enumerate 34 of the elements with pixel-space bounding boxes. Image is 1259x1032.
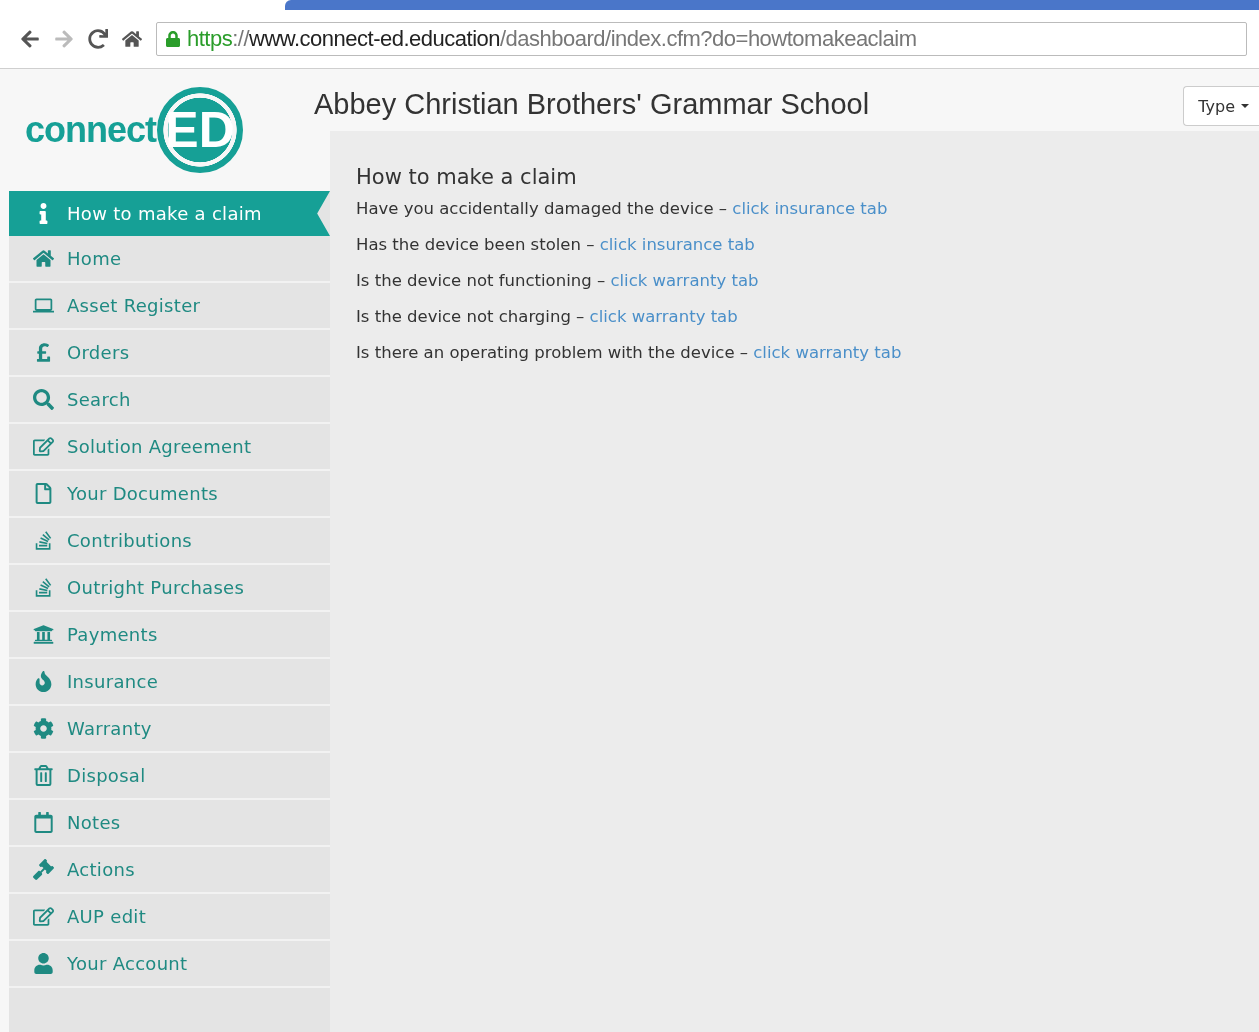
school-name: Abbey Christian Brothers' Grammar School [314, 87, 870, 121]
home-icon[interactable] [122, 29, 142, 49]
claim-step: Is the device not functioning – click warranty tab [356, 271, 1259, 291]
claim-step: Is there an operating problem with the device – click warranty tab [356, 343, 1259, 363]
edit-icon [31, 436, 55, 457]
type-dropdown[interactable]: Type [1183, 86, 1259, 126]
url-text: https [187, 26, 233, 52]
back-icon[interactable] [20, 29, 40, 49]
lock-icon [165, 31, 181, 47]
url-text: :// [232, 26, 250, 52]
home-icon [31, 248, 55, 269]
tab-link[interactable]: click warranty tab [589, 307, 738, 326]
tab-link[interactable]: click insurance tab [599, 235, 755, 254]
reload-icon[interactable] [88, 29, 108, 49]
user-icon [31, 953, 55, 974]
tab-link[interactable]: click warranty tab [610, 271, 759, 290]
edit-icon [31, 906, 55, 927]
tab-link[interactable]: click insurance tab [732, 199, 888, 218]
search-icon [31, 389, 55, 410]
sidebar-item[interactable]: How to make a claim [9, 191, 330, 236]
bank-icon [31, 624, 55, 645]
url-text: www.connect-ed.education [249, 26, 500, 52]
claim-step: Have you accidentally damaged the device – click insurance tab [356, 199, 1259, 219]
address-bar[interactable]: https://www.connect-ed.education/dashboard/index.cfm?do=howtomakeaclaim [156, 22, 1247, 56]
content-heading: How to make a claim [356, 165, 578, 189]
claim-step: Has the device been stolen – click insurance tab [356, 235, 1259, 255]
tab-link[interactable]: click warranty tab [753, 343, 902, 362]
trash-icon [31, 765, 55, 786]
url-text: /dashboard/index.cfm?do=howtomakeaclaim [500, 26, 917, 52]
caret-icon [1241, 104, 1249, 108]
calendar-icon [31, 812, 55, 833]
claim-step: Is the device not charging – click warranty tab [356, 307, 1259, 327]
settings-icon [31, 718, 55, 739]
gavel-icon [31, 859, 55, 880]
